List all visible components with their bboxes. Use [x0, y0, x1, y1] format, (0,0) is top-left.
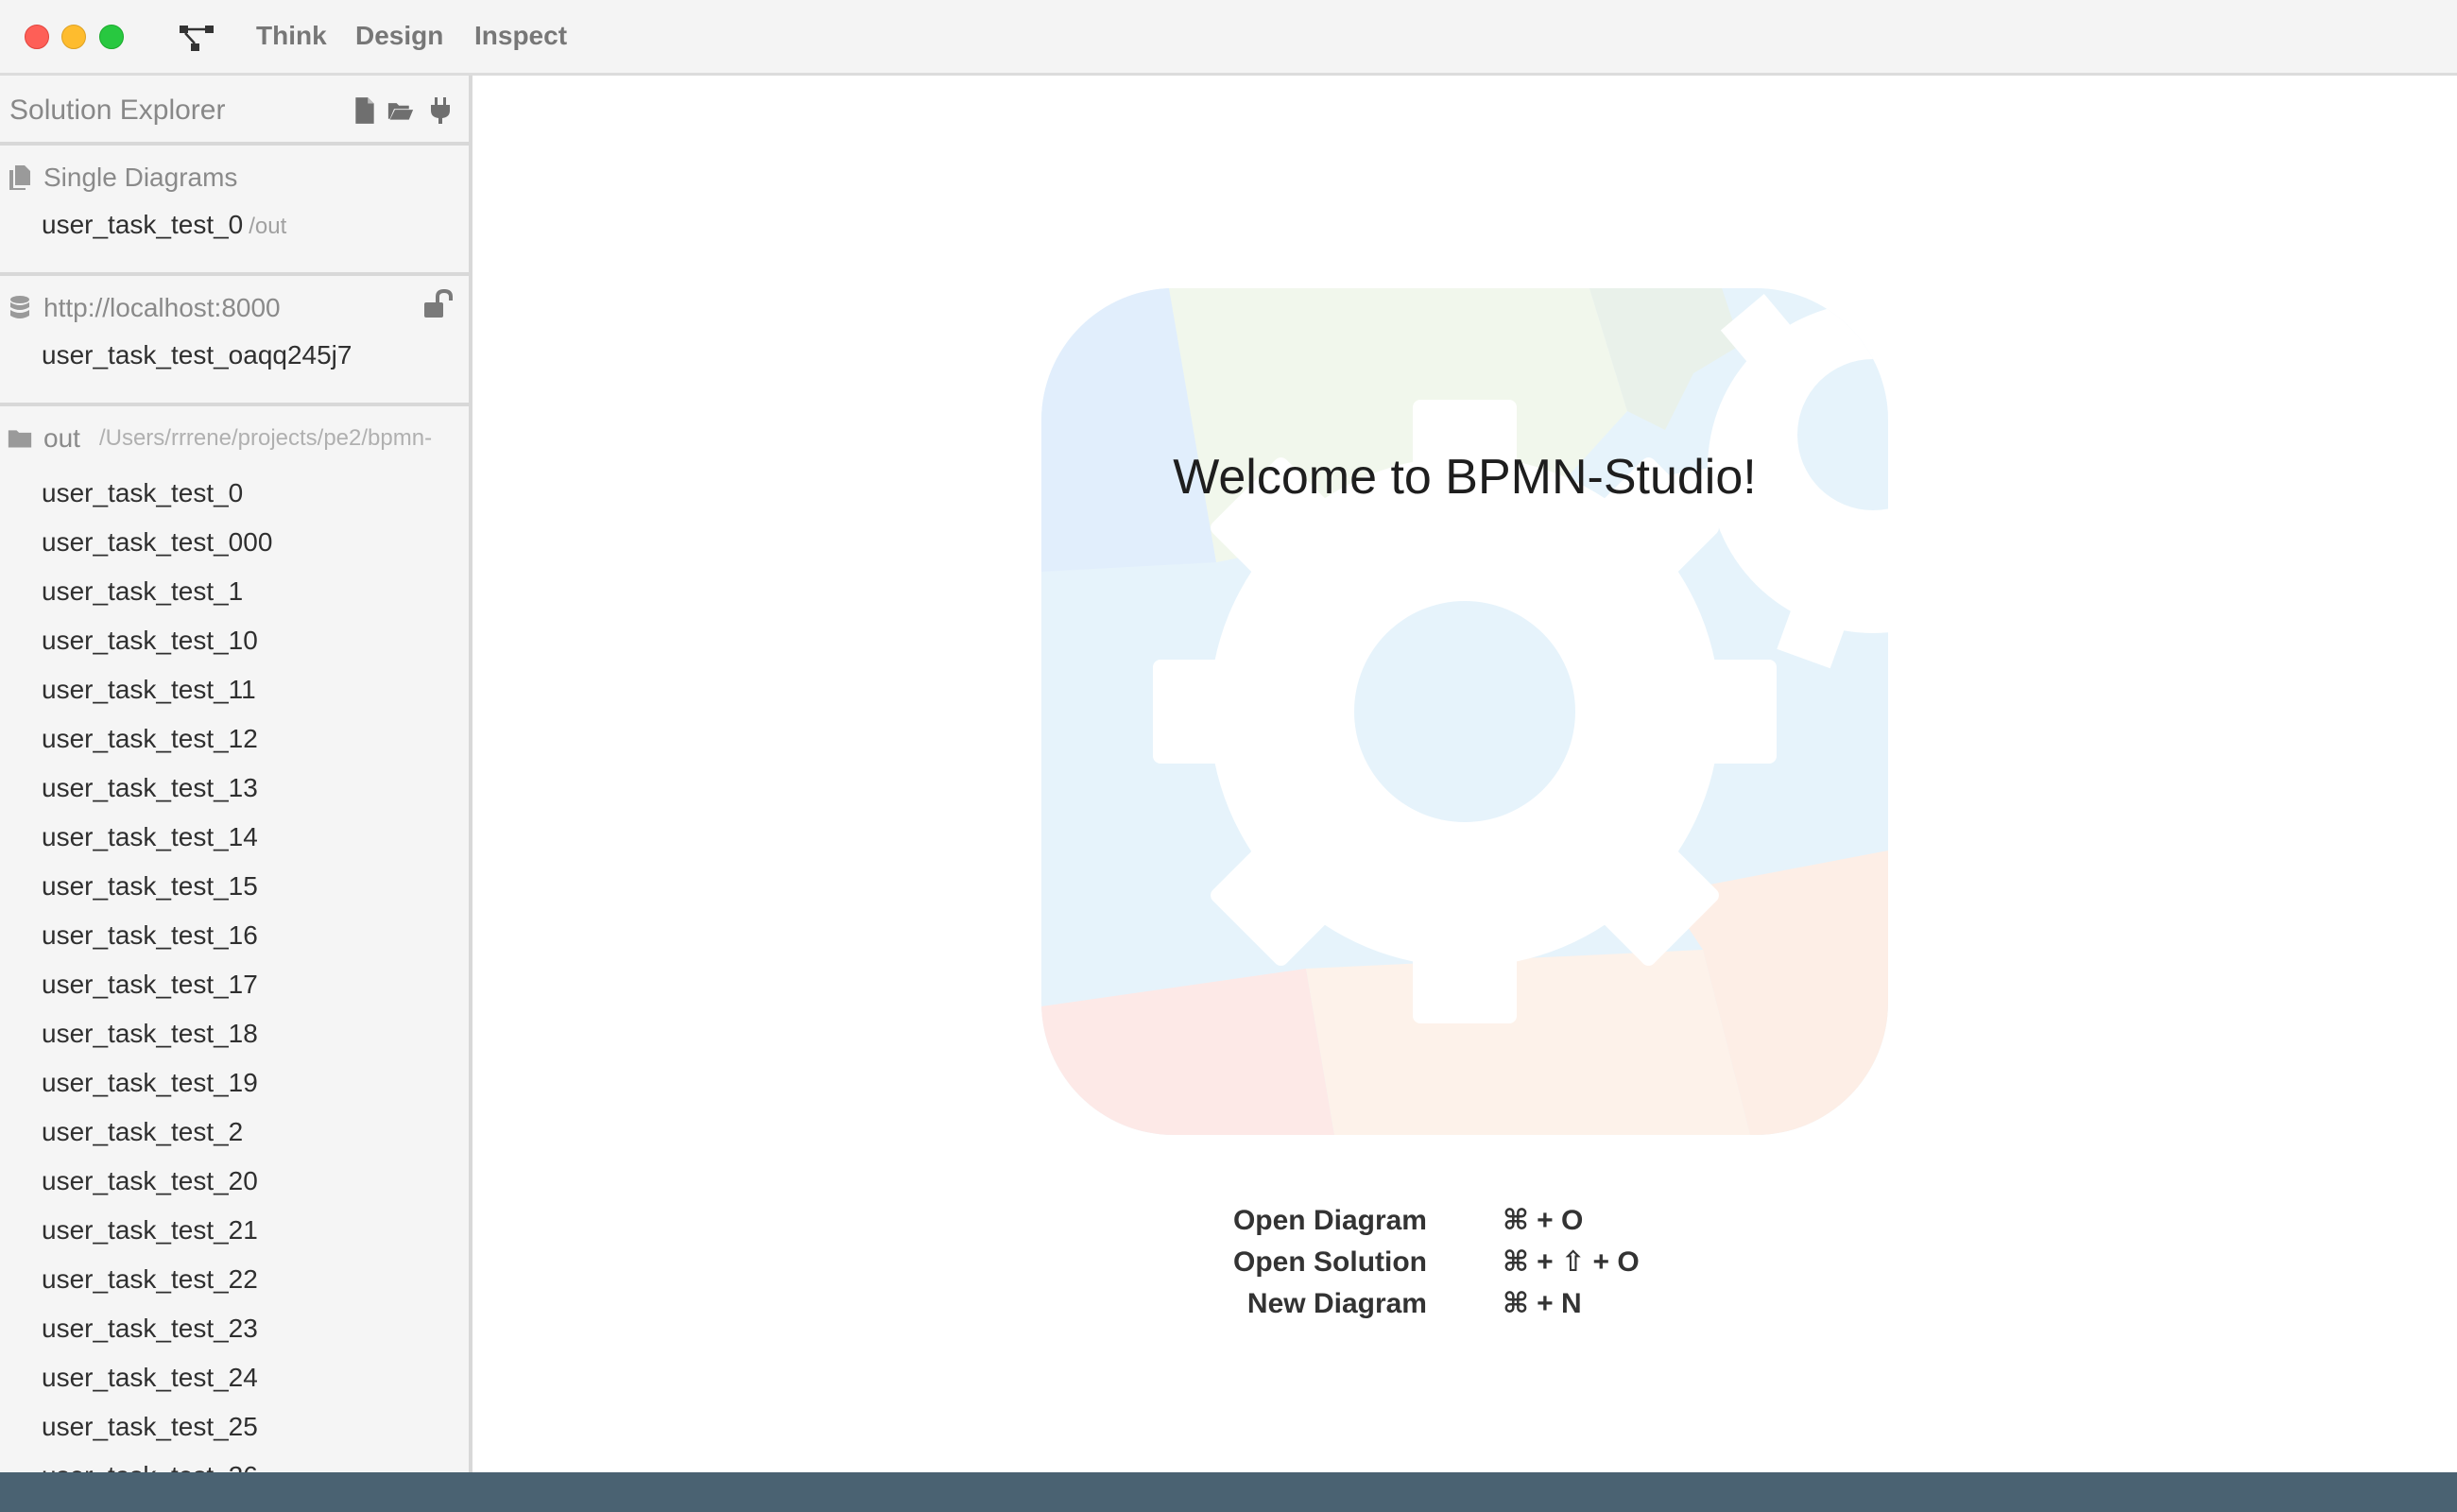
- database-icon: [10, 296, 29, 318]
- shortcut-open-solution-label[interactable]: Open Solution: [1233, 1242, 1427, 1283]
- shortcut-new-diagram: New Diagram ⌘ + N: [1191, 1283, 1852, 1325]
- remote-solution-header: http://localhost:8000: [8, 291, 281, 325]
- new-file-icon[interactable]: [352, 96, 378, 125]
- single-diagrams-header: Single Diagrams: [8, 161, 237, 195]
- shortcut-list: Open Diagram ⌘ + O Open Solution ⌘ + ⇧ +…: [1191, 1200, 1852, 1325]
- shortcut-open-diagram-keys: ⌘ + O: [1503, 1205, 1584, 1236]
- open-folder-icon[interactable]: [387, 96, 414, 125]
- shortcut-new-diagram-label[interactable]: New Diagram: [1247, 1283, 1427, 1325]
- shortcut-open-diagram-label[interactable]: Open Diagram: [1233, 1200, 1427, 1242]
- folder-diagram-item[interactable]: user_task_test_2: [0, 1108, 469, 1157]
- shortcut-open-solution-keys: ⌘ + ⇧ + O: [1503, 1246, 1640, 1278]
- single-diagram-name: user_task_test_0: [42, 210, 244, 239]
- single-diagrams-title: Single Diagrams: [43, 163, 238, 192]
- solution-explorer-title: Solution Explorer: [9, 94, 226, 126]
- folder-diagram-item[interactable]: user_task_test_1: [0, 567, 469, 616]
- folder-solution-section: out /Users/rrrene/projects/pe2/bpmn- use…: [0, 406, 469, 1474]
- remote-solution-title: http://localhost:8000: [43, 293, 281, 322]
- welcome-title: Welcome to BPMN-Studio!: [1173, 450, 1757, 505]
- folder-diagram-item[interactable]: user_task_test_13: [0, 764, 469, 813]
- shortcut-new-diagram-keys: ⌘ + N: [1503, 1288, 1582, 1319]
- copy-files-icon: [9, 165, 30, 190]
- connect-plug-icon[interactable]: [427, 96, 454, 125]
- shortcut-open-solution: Open Solution ⌘ + ⇧ + O: [1191, 1242, 1852, 1283]
- remote-solution-section: http://localhost:8000 user_task_test_oaq…: [0, 276, 469, 406]
- folder-solution-header: out /Users/rrrene/projects/pe2/bpmn-: [8, 421, 432, 455]
- solution-explorer-header: Solution Explorer: [0, 76, 469, 146]
- app-logo-icon[interactable]: [178, 23, 215, 53]
- folder-solution-path: /Users/rrrene/projects/pe2/bpmn-: [98, 425, 433, 451]
- folder-diagram-item[interactable]: user_task_test_20: [0, 1157, 469, 1206]
- status-bar: [0, 1472, 2457, 1512]
- folder-diagram-item[interactable]: user_task_test_11: [0, 665, 469, 714]
- folder-diagram-item[interactable]: user_task_test_15: [0, 862, 469, 911]
- window-close-button[interactable]: [25, 25, 49, 49]
- folder-diagram-item[interactable]: user_task_test_000: [0, 518, 469, 567]
- folder-diagram-item[interactable]: user_task_test_10: [0, 616, 469, 665]
- solution-explorer: Solution Explorer Single Diagrams user_t…: [0, 76, 472, 1474]
- folder-solution-title: out: [43, 423, 80, 453]
- main-content: Welcome to BPMN-Studio! Open Diagram ⌘ +…: [472, 76, 2457, 1474]
- single-diagrams-section: Single Diagrams user_task_test_0/out: [0, 146, 469, 276]
- folder-diagram-item[interactable]: user_task_test_22: [0, 1255, 469, 1304]
- nav-design-button[interactable]: Design: [355, 21, 443, 51]
- nav-inspect-button[interactable]: Inspect: [474, 21, 567, 51]
- single-diagram-item[interactable]: user_task_test_0/out: [42, 210, 286, 240]
- window-maximize-button[interactable]: [99, 25, 124, 49]
- folder-diagram-item[interactable]: user_task_test_21: [0, 1206, 469, 1255]
- window-minimize-button[interactable]: [61, 25, 86, 49]
- bpmn-studio-logo-image: [1041, 288, 1888, 1135]
- folder-diagram-item[interactable]: user_task_test_19: [0, 1058, 469, 1108]
- folder-diagram-item[interactable]: user_task_test_16: [0, 911, 469, 960]
- folder-icon: [8, 430, 32, 448]
- folder-diagram-list: user_task_test_0 user_task_test_000 user_t…: [0, 469, 469, 1474]
- single-diagram-location: /out: [249, 214, 287, 239]
- folder-diagram-item[interactable]: user_task_test_12: [0, 714, 469, 764]
- folder-diagram-item[interactable]: user_task_test_14: [0, 813, 469, 862]
- folder-diagram-item[interactable]: user_task_test_0: [0, 469, 469, 518]
- remote-diagram-item[interactable]: user_task_test_oaqq245j7: [42, 340, 352, 370]
- folder-diagram-item[interactable]: user_task_test_17: [0, 960, 469, 1009]
- folder-diagram-item[interactable]: user_task_test_25: [0, 1402, 469, 1452]
- folder-diagram-item[interactable]: user_task_test_23: [0, 1304, 469, 1353]
- shortcut-open-diagram: Open Diagram ⌘ + O: [1191, 1200, 1852, 1242]
- folder-diagram-item[interactable]: user_task_test_26: [0, 1452, 469, 1474]
- folder-diagram-item[interactable]: user_task_test_18: [0, 1009, 469, 1058]
- unlock-icon[interactable]: [423, 289, 455, 319]
- title-bar: Think Design Inspect: [0, 0, 2457, 76]
- nav-think-button[interactable]: Think: [256, 21, 327, 51]
- folder-diagram-item[interactable]: user_task_test_24: [0, 1353, 469, 1402]
